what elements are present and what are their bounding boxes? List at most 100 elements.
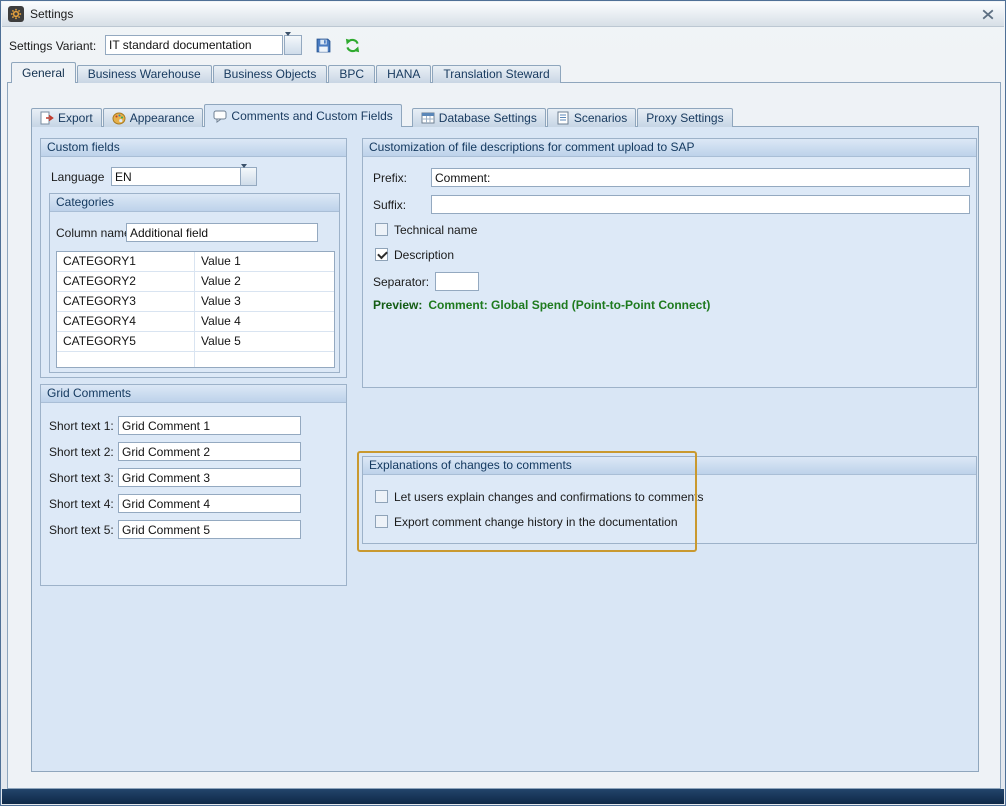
short-text-2-input[interactable] — [118, 442, 301, 461]
column-name-input[interactable] — [126, 223, 318, 242]
chevron-down-icon — [285, 32, 291, 56]
preview-text: Preview: Comment: Global Spend (Point-to-… — [373, 298, 710, 312]
tab-business-warehouse[interactable]: Business Warehouse — [77, 65, 212, 83]
subtab-database-settings[interactable]: Database Settings — [412, 108, 546, 127]
save-button[interactable] — [313, 35, 333, 55]
subtab-export[interactable]: Export — [31, 108, 102, 127]
subtab-database-settings-label: Database Settings — [439, 111, 537, 125]
general-tab-page: Export Appearance Comments and Custom Fi… — [7, 82, 1001, 789]
subtab-proxy-settings[interactable]: Proxy Settings — [637, 108, 732, 127]
short-text-4-input[interactable] — [118, 494, 301, 513]
short-text-4-label: Short text 4: — [49, 497, 114, 511]
description-checkbox[interactable] — [375, 248, 388, 261]
short-text-5-label: Short text 5: — [49, 523, 114, 537]
categories-table: CATEGORY1 Value 1 CATEGORY2 Value 2 CATE… — [56, 251, 335, 368]
value-cell[interactable]: Value 5 — [195, 332, 334, 351]
short-text-1-label: Short text 1: — [49, 419, 114, 433]
sub-tab-strip: Export Appearance Comments and Custom Fi… — [31, 104, 734, 127]
window-title: Settings — [30, 7, 73, 21]
language-label: Language — [51, 170, 104, 184]
language-dropdown-button[interactable] — [240, 167, 257, 186]
language-input[interactable] — [111, 167, 241, 186]
suffix-input[interactable] — [431, 195, 970, 214]
table-row-empty[interactable] — [57, 352, 334, 368]
tab-general[interactable]: General — [11, 62, 76, 83]
comments-custom-fields-panel: Custom fields Language Categories Column… — [31, 126, 979, 772]
grid-comments-group-title: Grid Comments — [41, 385, 346, 403]
category-cell[interactable]: CATEGORY2 — [57, 272, 195, 291]
database-table-icon — [421, 111, 435, 125]
preview-label: Preview: — [373, 298, 422, 312]
tab-hana[interactable]: HANA — [376, 65, 431, 83]
subtab-scenarios[interactable]: Scenarios — [547, 108, 636, 127]
save-floppy-icon — [315, 37, 332, 54]
settings-variant-dropdown-button[interactable] — [284, 35, 302, 55]
value-cell[interactable]: Value 3 — [195, 292, 334, 311]
subtab-scenarios-label: Scenarios — [574, 111, 627, 125]
table-row[interactable]: CATEGORY5 Value 5 — [57, 332, 334, 352]
value-cell[interactable]: Value 1 — [195, 252, 334, 271]
grid-comments-group: Grid Comments Short text 1: Short text 2… — [40, 384, 347, 586]
technical-name-checkbox[interactable] — [375, 223, 388, 236]
table-row[interactable]: CATEGORY4 Value 4 — [57, 312, 334, 332]
subtab-export-label: Export — [58, 111, 93, 125]
preview-value: Comment: Global Spend (Point-to-Point Co… — [428, 298, 710, 312]
table-row[interactable]: CATEGORY3 Value 3 — [57, 292, 334, 312]
column-name-label: Column name: — [56, 226, 134, 240]
explain-changes-label: Let users explain changes and confirmati… — [394, 490, 704, 504]
chevron-down-icon — [241, 164, 247, 188]
subtab-appearance[interactable]: Appearance — [103, 108, 204, 127]
settings-window: Settings Settings Variant: General Busin… — [0, 0, 1006, 806]
settings-variant-input[interactable] — [105, 35, 283, 55]
explanations-group-title: Explanations of changes to comments — [363, 457, 976, 475]
description-label: Description — [394, 248, 454, 262]
tab-business-objects[interactable]: Business Objects — [213, 65, 328, 83]
explanations-group: Explanations of changes to comments Let … — [362, 456, 977, 544]
short-text-5-input[interactable] — [118, 520, 301, 539]
comment-bubble-icon — [213, 109, 227, 123]
subtab-appearance-label: Appearance — [130, 111, 195, 125]
category-cell[interactable]: CATEGORY4 — [57, 312, 195, 331]
technical-name-label: Technical name — [394, 223, 477, 237]
separator-input[interactable] — [435, 272, 479, 291]
category-cell[interactable]: CATEGORY3 — [57, 292, 195, 311]
palette-icon — [112, 111, 126, 125]
prefix-input[interactable] — [431, 168, 970, 187]
main-tab-strip: General Business Warehouse Business Obje… — [11, 62, 561, 83]
file-descriptions-group: Customization of file descriptions for c… — [362, 138, 977, 388]
refresh-button[interactable] — [342, 35, 362, 55]
category-cell[interactable]: CATEGORY5 — [57, 332, 195, 351]
category-cell[interactable]: CATEGORY1 — [57, 252, 195, 271]
document-list-icon — [556, 111, 570, 125]
explain-changes-checkbox[interactable] — [375, 490, 388, 503]
close-icon[interactable] — [982, 9, 994, 20]
export-history-label: Export comment change history in the doc… — [394, 515, 678, 529]
table-row[interactable]: CATEGORY1 Value 1 — [57, 252, 334, 272]
subtab-comments-and-custom-fields[interactable]: Comments and Custom Fields — [204, 104, 401, 127]
short-text-3-input[interactable] — [118, 468, 301, 487]
export-history-checkbox[interactable] — [375, 515, 388, 528]
subtab-comments-label: Comments and Custom Fields — [231, 109, 392, 123]
separator-label: Separator: — [373, 275, 429, 289]
table-row[interactable]: CATEGORY2 Value 2 — [57, 272, 334, 292]
custom-fields-group-title: Custom fields — [41, 139, 346, 157]
tab-translation-steward[interactable]: Translation Steward — [432, 65, 560, 83]
suffix-label: Suffix: — [373, 198, 406, 212]
settings-variant-label: Settings Variant: — [9, 39, 96, 53]
subtab-proxy-settings-label: Proxy Settings — [646, 111, 723, 125]
export-icon — [40, 111, 54, 125]
value-cell[interactable]: Value 2 — [195, 272, 334, 291]
window-bottom-edge — [2, 789, 1004, 804]
short-text-1-input[interactable] — [118, 416, 301, 435]
short-text-3-label: Short text 3: — [49, 471, 114, 485]
categories-group: Categories Column name: CATEGORY1 Value … — [49, 193, 340, 373]
tab-bpc[interactable]: BPC — [328, 65, 375, 83]
custom-fields-group: Custom fields Language Categories Column… — [40, 138, 347, 378]
short-text-2-label: Short text 2: — [49, 445, 114, 459]
value-cell[interactable]: Value 4 — [195, 312, 334, 331]
gear-app-icon — [8, 6, 24, 22]
titlebar[interactable]: Settings — [2, 2, 1004, 27]
refresh-icon — [344, 37, 361, 54]
file-descriptions-group-title: Customization of file descriptions for c… — [363, 139, 976, 157]
categories-group-title: Categories — [50, 194, 339, 212]
